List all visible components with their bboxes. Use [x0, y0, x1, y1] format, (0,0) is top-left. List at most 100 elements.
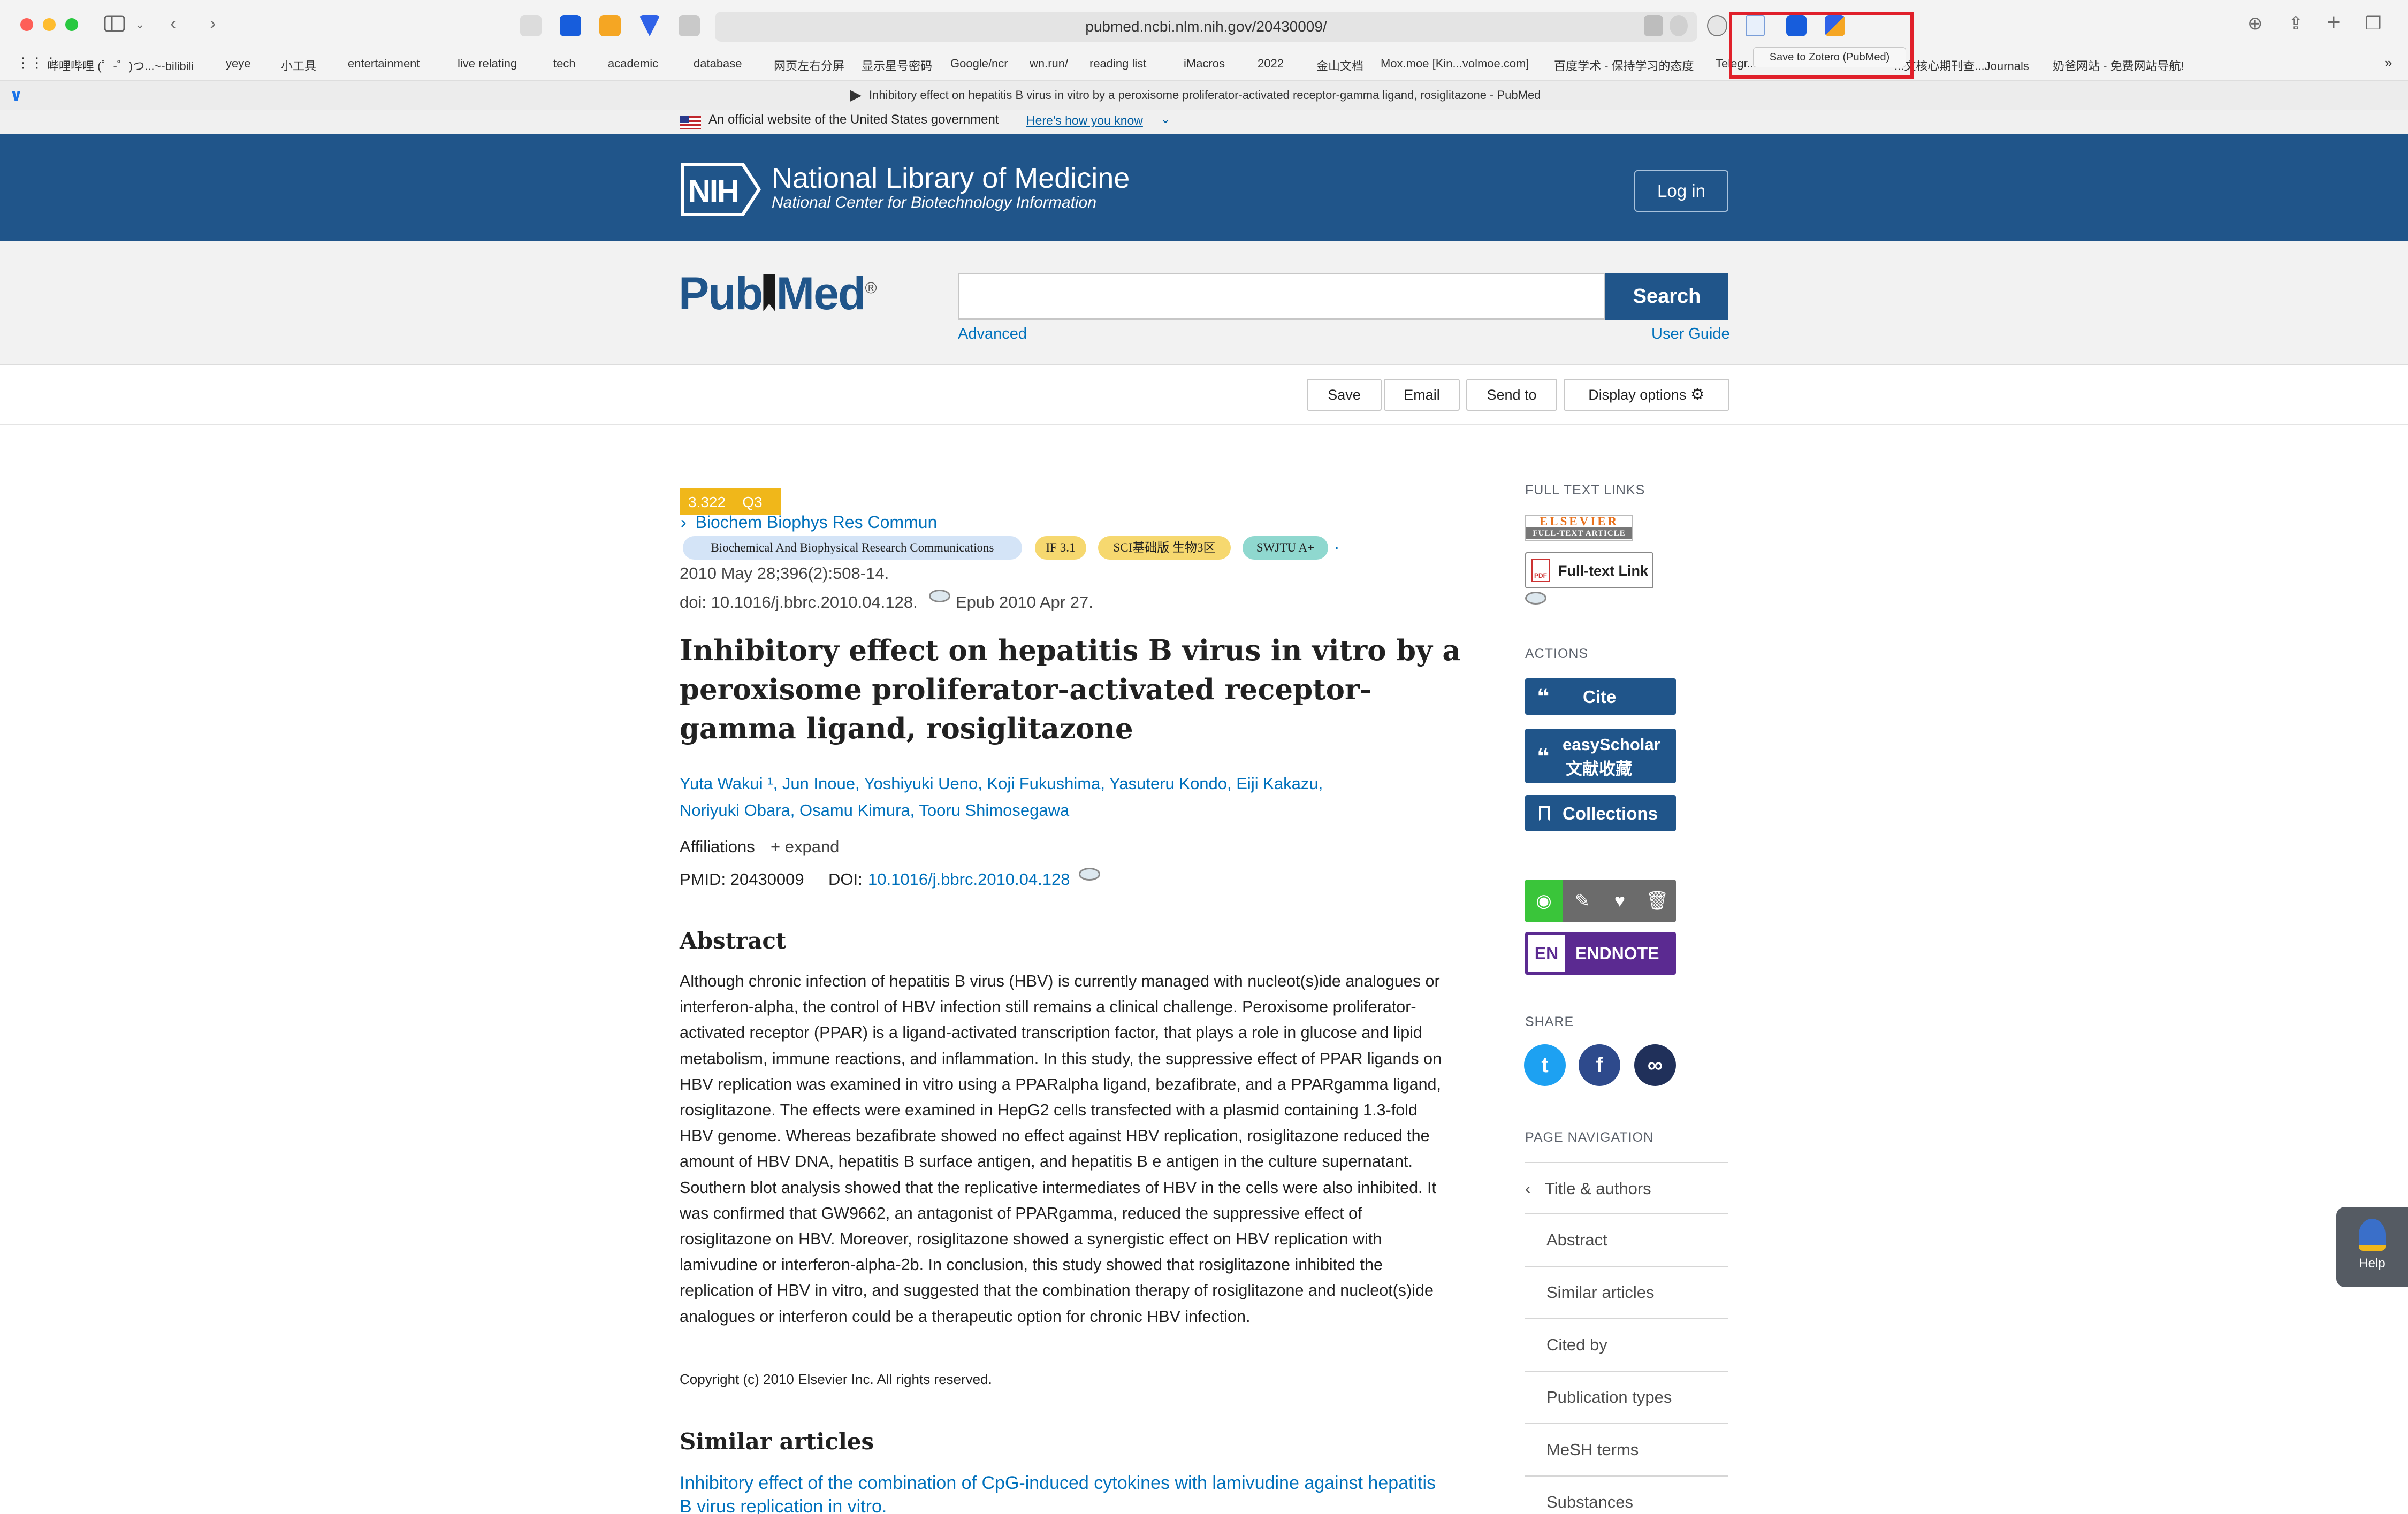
pubmed-logo[interactable]: Pub Med®: [679, 267, 877, 320]
bookmark-item[interactable]: entertainment: [348, 57, 420, 71]
swjtu-tag[interactable]: SWJTU A+: [1243, 536, 1328, 560]
facebook-icon[interactable]: f: [1579, 1044, 1620, 1086]
nav-cited-by[interactable]: Cited by: [1546, 1335, 1607, 1355]
nav-divider: [1525, 1318, 1728, 1319]
active-tab[interactable]: Inhibitory effect on hepatitis B virus i…: [850, 88, 1541, 102]
eye-icon[interactable]: ◉: [1525, 880, 1563, 922]
minimize-window-button[interactable]: [43, 18, 56, 31]
search-button[interactable]: Search: [1605, 273, 1728, 320]
scihub-icon[interactable]: [1525, 592, 1546, 605]
bookmark-item[interactable]: 金山文档: [1316, 57, 1363, 74]
nav-substances[interactable]: Substances: [1546, 1493, 1633, 1512]
bookmark-item[interactable]: Google/ncr: [950, 57, 1008, 71]
authors-line-2[interactable]: Noriyuki Obara, Osamu Kimura, Tooru Shim…: [680, 797, 1429, 824]
bookmark-item[interactable]: reading list: [1089, 57, 1146, 71]
twitter-icon[interactable]: t: [1524, 1044, 1566, 1086]
full-text-links-heading: FULL TEXT LINKS: [1525, 483, 1645, 498]
abstract-text: Although chronic infection of hepatitis …: [680, 972, 1442, 1326]
search-input[interactable]: [958, 273, 1605, 320]
bookmark-item[interactable]: 2022: [1258, 57, 1284, 71]
email-button[interactable]: Email: [1384, 379, 1460, 411]
save-button[interactable]: Save: [1307, 379, 1382, 411]
chevron-down-icon[interactable]: ⌄: [1160, 111, 1171, 127]
journal-fullname-tag[interactable]: Biochemical And Biophysical Research Com…: [683, 536, 1022, 560]
bookmark-item[interactable]: wn.run/: [1030, 57, 1068, 71]
new-tab-icon[interactable]: +: [2327, 11, 2341, 34]
nav-publication-types[interactable]: Publication types: [1546, 1388, 1672, 1407]
forward-icon[interactable]: ›: [210, 13, 216, 34]
bookmark-item[interactable]: 显示星号密码: [862, 57, 932, 74]
bookmark-item[interactable]: yeye: [226, 57, 250, 71]
vue-devtools-icon[interactable]: ∨: [10, 86, 29, 105]
bookmark-item[interactable]: 小工具: [281, 57, 316, 74]
translate-icon[interactable]: [1644, 15, 1663, 36]
gov-banner-link[interactable]: Here's how you know: [1026, 113, 1143, 128]
elsevier-link[interactable]: ELSEVIER FULL-TEXT ARTICLE: [1525, 515, 1633, 541]
scihub-icon[interactable]: [1079, 868, 1100, 881]
shield-extension-icon[interactable]: [520, 15, 542, 36]
bookmark-item[interactable]: iMacros: [1184, 57, 1225, 71]
bookmark-item[interactable]: database: [694, 57, 742, 71]
if-tag[interactable]: IF 3.1: [1035, 536, 1086, 560]
bookmark-item[interactable]: 奶爸网站 - 免费网站导航!: [2053, 57, 2184, 74]
send-to-button[interactable]: Send to: [1466, 379, 1557, 411]
expand-affiliations-button[interactable]: + expand: [771, 837, 839, 857]
authors-line-1[interactable]: Yuta Wakui ¹, Jun Inoue, Yoshiyuki Ueno,…: [680, 770, 1429, 797]
nav-abstract[interactable]: Abstract: [1546, 1230, 1607, 1250]
share-icon[interactable]: ⇪: [2288, 13, 2304, 34]
bookmark-item[interactable]: 网页左右分屏: [774, 57, 844, 74]
nav-similar-articles[interactable]: Similar articles: [1546, 1283, 1655, 1302]
bookmark-item[interactable]: 哔哩哔哩 (゜-゜)つ...~-bilibili: [47, 57, 194, 74]
zoom-window-button[interactable]: [65, 18, 78, 31]
endnote-button[interactable]: EN ENDNOTE: [1525, 932, 1676, 975]
nlm-title[interactable]: National Library of Medicine: [772, 162, 1130, 195]
bookmark-item[interactable]: 百度学术 - 保持学习的态度: [1554, 57, 1694, 74]
address-bar[interactable]: pubmed.ncbi.nlm.nih.gov/20430009/: [715, 12, 1697, 42]
extension-icon[interactable]: [639, 15, 660, 36]
back-icon[interactable]: ‹: [170, 13, 176, 34]
permalink-icon[interactable]: ∞: [1634, 1044, 1676, 1086]
epub-date: Epub 2010 Apr 27.: [956, 593, 1093, 611]
tab-overview-icon[interactable]: ❐: [2365, 13, 2381, 34]
pin-icon[interactable]: ✎: [1564, 880, 1601, 922]
bookmark-item[interactable]: tech: [553, 57, 576, 71]
bookmark-item[interactable]: live relating: [458, 57, 517, 71]
doi-link[interactable]: 10.1016/j.bbrc.2010.04.128: [868, 870, 1070, 889]
bitwarden-extension-icon[interactable]: [560, 15, 581, 36]
bookmark-item[interactable]: academic: [608, 57, 658, 71]
tab-bar: ∨ Inhibitory effect on hepatitis B virus…: [0, 80, 2408, 110]
nih-logo[interactable]: NIH: [681, 163, 762, 216]
sci-tag[interactable]: SCI基础版 生物3区: [1098, 536, 1231, 560]
translate-extension-icon[interactable]: [679, 15, 700, 36]
journal-link[interactable]: › Biochem Biophys Res Commun: [681, 513, 937, 532]
downloads-icon[interactable]: ⊕: [2247, 13, 2263, 34]
extension-icon[interactable]: [599, 15, 621, 36]
nav-title-authors[interactable]: ‹ Title & authors: [1525, 1179, 1651, 1198]
nav-divider: [1525, 1371, 1728, 1372]
similar-article-link[interactable]: Inhibitory effect of the combination of …: [680, 1471, 1450, 1514]
full-text-link-button[interactable]: PDF Full-text Link: [1525, 552, 1653, 588]
advanced-search-link[interactable]: Advanced: [958, 325, 1027, 343]
elsevier-sub-text: FULL-TEXT ARTICLE: [1526, 527, 1632, 539]
help-button[interactable]: Help: [2336, 1207, 2408, 1287]
info-icon[interactable]: [1707, 15, 1727, 36]
easyscholar-button[interactable]: ❝ easyScholar 文献收藏: [1525, 729, 1676, 783]
sidebar-toggle-icon[interactable]: [103, 15, 126, 36]
cite-button[interactable]: ❝ Cite: [1525, 678, 1676, 715]
display-options-button[interactable]: Display options ⚙: [1564, 379, 1729, 411]
close-window-button[interactable]: [20, 18, 33, 31]
bookmark-item[interactable]: Mox.moe [Kin...volmoe.com]: [1381, 57, 1529, 71]
heart-icon[interactable]: ♥: [1601, 880, 1639, 922]
scihub-icon[interactable]: [929, 590, 950, 602]
user-guide-link[interactable]: User Guide: [1651, 325, 1730, 343]
chevron-down-icon[interactable]: ⌄: [135, 14, 144, 35]
help-label: Help: [2359, 1256, 2386, 1271]
collections-button[interactable]: Collections: [1525, 795, 1676, 831]
bookmark-item[interactable]: ...文核心期刊查...Journals: [1894, 57, 2029, 74]
chevron-right-icon[interactable]: »: [2384, 55, 2392, 71]
login-button[interactable]: Log in: [1634, 170, 1728, 212]
reload-icon[interactable]: [1670, 15, 1688, 36]
trash-icon[interactable]: 🗑: [1639, 880, 1676, 922]
nav-mesh-terms[interactable]: MeSH terms: [1546, 1440, 1639, 1459]
full-text-link-label: Full-text Link: [1558, 563, 1648, 579]
